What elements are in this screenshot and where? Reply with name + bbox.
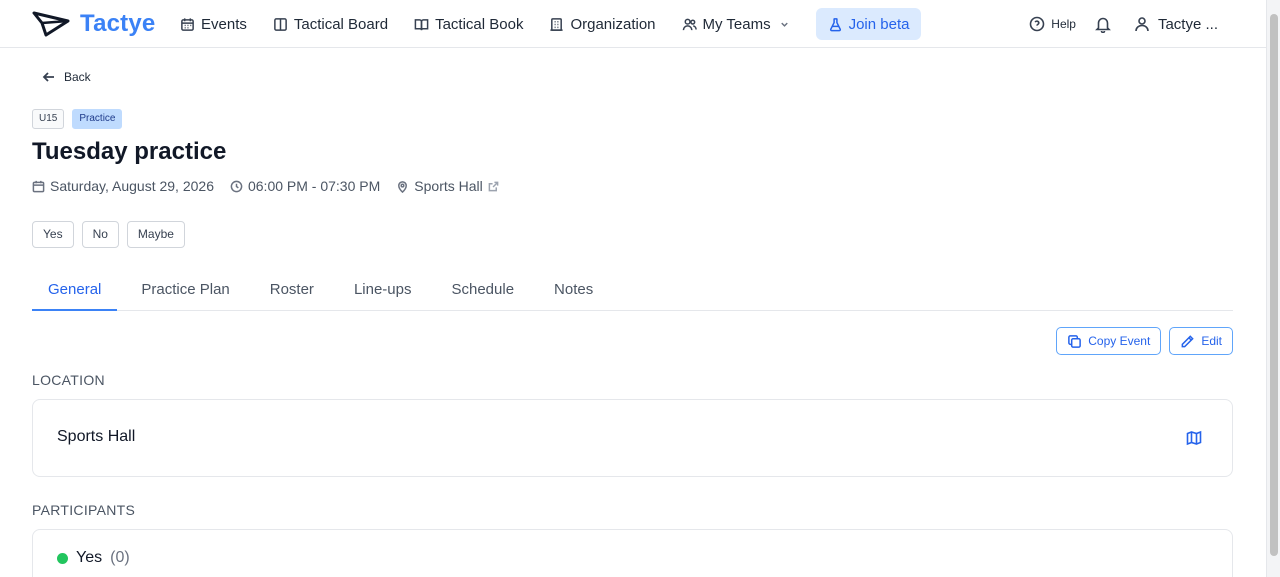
participants-card: Yes (0): [32, 529, 1233, 577]
users-icon: [682, 18, 697, 30]
event-time-text: 06:00 PM - 07:30 PM: [247, 178, 381, 194]
participants-heading: PARTICIPANTS: [32, 502, 136, 518]
scrollbar-thumb[interactable]: [1270, 14, 1278, 556]
chevron-down-icon: [780, 22, 788, 27]
map-pin-icon: [398, 180, 408, 193]
tab-practice-plan[interactable]: Practice Plan: [125, 270, 245, 311]
page-title: Tuesday practice: [32, 138, 227, 165]
flask-icon: [829, 17, 841, 31]
calendar-icon: [181, 17, 194, 31]
edit-label: Edit: [1201, 334, 1222, 348]
nav-item-events[interactable]: Events: [180, 8, 257, 40]
rsvp-no-button[interactable]: No: [81, 221, 119, 248]
tab-general[interactable]: General: [32, 270, 118, 311]
help-button[interactable]: Help: [1029, 16, 1076, 32]
arrow-left-icon: [42, 72, 54, 82]
event-location-text: Sports Hall: [414, 178, 483, 194]
tab-line-ups[interactable]: Line-ups: [338, 270, 428, 311]
tab-roster[interactable]: Roster: [254, 270, 330, 311]
building-icon: [550, 17, 564, 31]
nav-item-label: Tactical Board: [293, 15, 389, 33]
event-meta: Saturday, August 29, 2026 06:00 PM - 07:…: [32, 177, 515, 195]
nav-item-label: My Teams: [702, 15, 771, 33]
nav-item-my-teams[interactable]: My Teams: [682, 8, 800, 40]
event-date: Saturday, August 29, 2026: [32, 178, 214, 194]
status-dot: [57, 552, 68, 564]
bell-icon: [1095, 17, 1111, 33]
help-label: Help: [1051, 17, 1076, 31]
participants-row-count: (0): [110, 549, 130, 566]
pencil-icon: [1181, 334, 1195, 347]
nav-item-label: Tactical Book: [435, 15, 524, 33]
help-circle-icon: [1029, 16, 1045, 32]
participants-row-yes[interactable]: Yes (0): [57, 549, 130, 567]
nav-item-organization[interactable]: Organization: [549, 8, 665, 40]
rsvp-maybe-button[interactable]: Maybe: [126, 221, 185, 248]
brand-name: Tactye: [80, 10, 156, 37]
rsvp-yes-button[interactable]: Yes: [32, 221, 74, 248]
tab-notes[interactable]: Notes: [538, 270, 609, 311]
calendar-icon: [32, 180, 45, 192]
back-label: Back: [64, 70, 91, 84]
board-icon: [273, 17, 287, 31]
main-nav: Events Tactical Board Tactical Book Orga…: [180, 8, 922, 40]
tactye-logo-icon: [32, 11, 70, 37]
copy-event-label: Copy Event: [1088, 334, 1151, 348]
event-date-text: Saturday, August 29, 2026: [50, 178, 214, 194]
user-name: Tactye ...: [1157, 15, 1218, 33]
book-icon: [414, 18, 429, 30]
event-type-tag: Practice: [72, 109, 123, 129]
clock-icon: [230, 180, 243, 192]
nav-item-label: Organization: [570, 15, 656, 33]
tab-schedule[interactable]: Schedule: [435, 270, 530, 311]
external-link-icon: [488, 181, 499, 191]
nav-item-label: Events: [201, 15, 247, 33]
notifications-button[interactable]: [1094, 15, 1112, 33]
user-area: Help Tactye ...: [1029, 8, 1218, 40]
nav-item-tactical-book[interactable]: Tactical Book: [414, 8, 533, 40]
team-tag: U15: [32, 109, 65, 129]
nav-item-tactical-board[interactable]: Tactical Board: [273, 8, 398, 40]
brand-logo[interactable]: Tactye: [32, 8, 155, 40]
location-card: Sports Hall: [32, 399, 1233, 477]
event-location[interactable]: Sports Hall: [396, 178, 499, 194]
event-tabs: General Practice Plan Roster Line-ups Sc…: [32, 270, 1233, 311]
location-heading: LOCATION: [32, 372, 105, 388]
user-icon: [1135, 17, 1149, 32]
join-beta-button[interactable]: Join beta: [815, 8, 922, 40]
back-link[interactable]: Back: [42, 70, 91, 84]
open-map-button[interactable]: [1186, 430, 1202, 446]
copy-event-button[interactable]: Copy Event: [1056, 327, 1162, 355]
event-time: 06:00 PM - 07:30 PM: [230, 178, 380, 194]
edit-button[interactable]: Edit: [1169, 327, 1233, 355]
event-actions: Copy Event Edit: [1056, 327, 1233, 355]
location-name: Sports Hall: [57, 428, 136, 445]
user-menu[interactable]: Tactye ...: [1134, 16, 1218, 33]
map-icon: [1186, 430, 1202, 446]
top-navigation-bar: Tactye Events Tactical Board Tactical Bo…: [0, 0, 1266, 48]
join-beta-label: Join beta: [848, 15, 910, 33]
copy-icon: [1068, 334, 1082, 348]
page-scrollbar[interactable]: [1266, 0, 1280, 577]
event-tags: U15 Practice: [32, 109, 123, 129]
participants-row-label: Yes: [76, 549, 103, 566]
rsvp-buttons: Yes No Maybe: [32, 221, 185, 248]
